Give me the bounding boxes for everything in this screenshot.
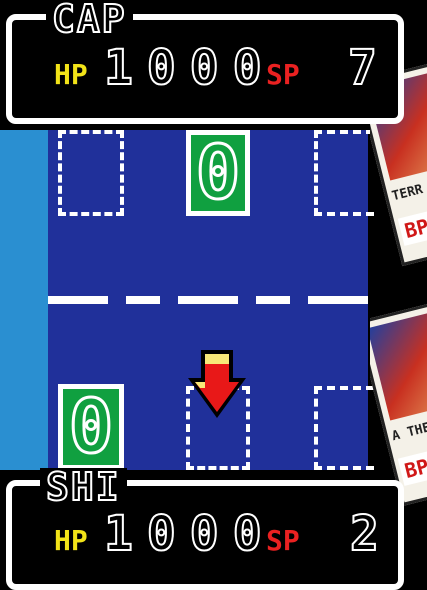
player-slot-right[interactable] [314,386,374,470]
player-card-left[interactable]: 0 [58,383,124,472]
card-art [370,309,427,421]
player-sp-value: 2 [349,505,380,563]
card-title: A THE [390,420,427,445]
opponent-hp-label: HP [54,58,88,91]
board-center-divider [48,296,368,304]
player-hp-value: 1000 [103,505,276,563]
down-arrow-icon [188,350,246,418]
card-bp-label: BP [397,198,427,246]
opponent-card-center[interactable]: 0 [186,129,250,218]
opponent-slot-right[interactable] [314,130,374,216]
player-hp-label: HP [54,524,88,557]
opponent-hp-value: 1000 [103,39,276,97]
card-face: 0 [191,129,245,218]
opponent-sp-label: SP [266,58,300,91]
card-title: TERR [390,182,425,205]
player-status-panel: SHI HP 1000 SP 2 [0,466,427,590]
opponent-sp-value: 7 [347,39,378,97]
card-face: 0 [63,383,119,472]
opponent-card-value: 0 [194,129,242,218]
player-name: SHI [40,467,127,507]
player-card-value: 0 [67,383,115,472]
board-side-strip [0,130,48,470]
opponent-name: CAP [46,0,133,39]
opponent-status-panel: CAP HP 1000 SP 7 [0,0,427,124]
opponent-slot-left[interactable] [58,130,124,216]
player-sp-label: SP [266,524,300,557]
